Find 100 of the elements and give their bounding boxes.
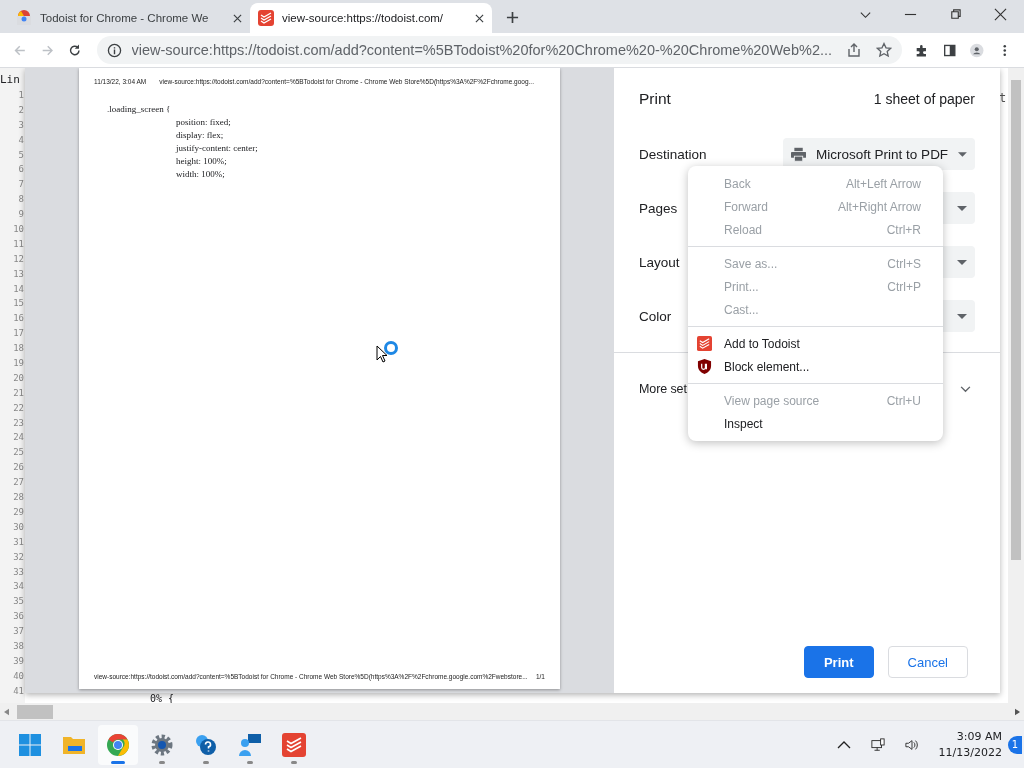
scroll-right-icon[interactable] <box>1015 707 1020 716</box>
line-number: 39 <box>13 654 25 668</box>
dialog-title: Print <box>639 90 671 108</box>
chrome-icon <box>106 732 130 757</box>
close-icon[interactable] <box>475 13 484 23</box>
shield-icon <box>697 359 712 374</box>
store-icon <box>16 10 32 26</box>
line-number: 11 <box>13 237 25 251</box>
line-number: 7 <box>18 178 25 192</box>
help-chat-icon <box>194 732 218 757</box>
setting-label: Pages <box>639 200 678 216</box>
new-tab-icon[interactable] <box>506 11 519 24</box>
code-line: position: fixed; <box>175 116 232 129</box>
caret-icon <box>957 205 967 211</box>
line-number: 4 <box>18 133 25 147</box>
line-number: 8 <box>18 193 25 207</box>
todoist-icon <box>258 10 274 26</box>
horizontal-scrollbar[interactable] <box>0 703 1024 720</box>
setting-label: Destination <box>639 146 707 162</box>
menu-item[interactable]: Block element... <box>688 355 943 378</box>
browser-tab[interactable]: Todoist for Chrome - Chrome We <box>8 3 250 33</box>
line-number: 2 <box>18 103 25 117</box>
line-number: 18 <box>13 342 25 356</box>
line-number: 33 <box>13 565 25 579</box>
column-header: Lin <box>0 73 20 88</box>
line-number: 23 <box>13 416 25 430</box>
scrollbar-thumb[interactable] <box>17 704 53 719</box>
more-settings-label[interactable]: More set <box>639 382 687 396</box>
line-number: 19 <box>13 357 25 371</box>
line-number: 21 <box>13 386 25 400</box>
clock[interactable]: 3:09 AM 11/13/2022 <box>938 728 1002 761</box>
line-number: 24 <box>13 431 25 445</box>
restore-icon[interactable] <box>949 8 962 21</box>
code-line: height: 100%; <box>175 155 228 168</box>
line-number: 17 <box>13 327 25 341</box>
line-number: 36 <box>13 610 25 624</box>
profile-icon[interactable] <box>970 41 984 59</box>
setting-label: Color <box>639 308 672 324</box>
line-number: 16 <box>13 312 25 326</box>
line-number: 37 <box>13 625 25 639</box>
code-line: 0% { <box>150 694 175 703</box>
windows-logo-icon <box>18 732 42 757</box>
line-number: 14 <box>13 282 25 296</box>
line-number: 27 <box>13 476 25 490</box>
line-number: 6 <box>18 163 25 177</box>
line-number: 5 <box>18 148 25 162</box>
line-number: 31 <box>13 535 25 549</box>
code-line: display: flex; <box>175 129 225 142</box>
person-chat-icon <box>238 732 262 757</box>
caret-icon <box>957 313 967 319</box>
printer-icon <box>791 146 807 162</box>
line-number: 26 <box>13 461 25 475</box>
network-icon[interactable] <box>870 737 885 752</box>
line-number: 35 <box>13 595 25 609</box>
close-icon[interactable] <box>994 8 1007 21</box>
line-number: 3 <box>18 118 25 132</box>
close-icon[interactable] <box>233 13 242 23</box>
line-number: 12 <box>13 252 25 266</box>
line-number: 29 <box>13 505 25 519</box>
chevron-down-icon[interactable] <box>960 385 971 393</box>
volume-icon[interactable] <box>904 737 919 752</box>
code-line: .loading_screen { <box>107 103 172 116</box>
line-number: 20 <box>13 371 25 385</box>
caret-icon <box>958 151 967 157</box>
share-icon[interactable] <box>846 42 863 58</box>
line-number: 32 <box>13 550 25 564</box>
scroll-left-icon[interactable] <box>4 707 9 716</box>
menu-item[interactable]: Add to Todoist <box>688 332 943 355</box>
todoist-icon <box>697 336 712 351</box>
vertical-scrollbar[interactable] <box>1008 68 1024 703</box>
sheet-count: 1 sheet of paper <box>873 91 975 107</box>
notification-badge[interactable]: 1 <box>1008 735 1022 754</box>
info-icon[interactable] <box>106 42 122 58</box>
star-icon[interactable] <box>876 42 893 58</box>
cursor-icon <box>376 345 388 363</box>
setting-dropdown[interactable]: Microsoft Print to PDF <box>783 138 975 170</box>
line-number: 40 <box>13 669 25 683</box>
scrollbar-thumb[interactable] <box>1011 80 1021 560</box>
line-number: 10 <box>13 223 25 236</box>
caret-icon <box>957 259 967 265</box>
line-number: 30 <box>13 520 25 534</box>
line-number: 25 <box>13 446 25 460</box>
setting-label: Layout <box>639 254 680 270</box>
print-button[interactable]: Print <box>803 646 874 678</box>
menu-item[interactable]: Inspect <box>688 412 943 435</box>
line-number: 28 <box>13 491 25 505</box>
line-number: 38 <box>13 639 25 653</box>
line-number: 1 <box>18 89 25 102</box>
code-line: justify-content: center; <box>174 142 259 155</box>
address-bar[interactable]: view-source:https://todoist.com/add?content=%5BTodoist%20for%20Chrome%20-%20Chrome%20Web%2... <box>96 36 903 64</box>
browser-tab[interactable]: view-source:https://todoist.com/ <box>250 3 492 33</box>
line-number: 13 <box>13 267 25 281</box>
line-number: 9 <box>18 208 25 222</box>
cancel-button[interactable]: Cancel <box>887 646 968 678</box>
line-number: 15 <box>13 297 25 311</box>
code-line: width: 100%; <box>175 168 226 181</box>
line-number: 22 <box>13 401 25 415</box>
todoist-icon <box>282 732 306 757</box>
taskbar-button[interactable] <box>98 724 138 765</box>
code-text: t <box>999 91 1007 105</box>
